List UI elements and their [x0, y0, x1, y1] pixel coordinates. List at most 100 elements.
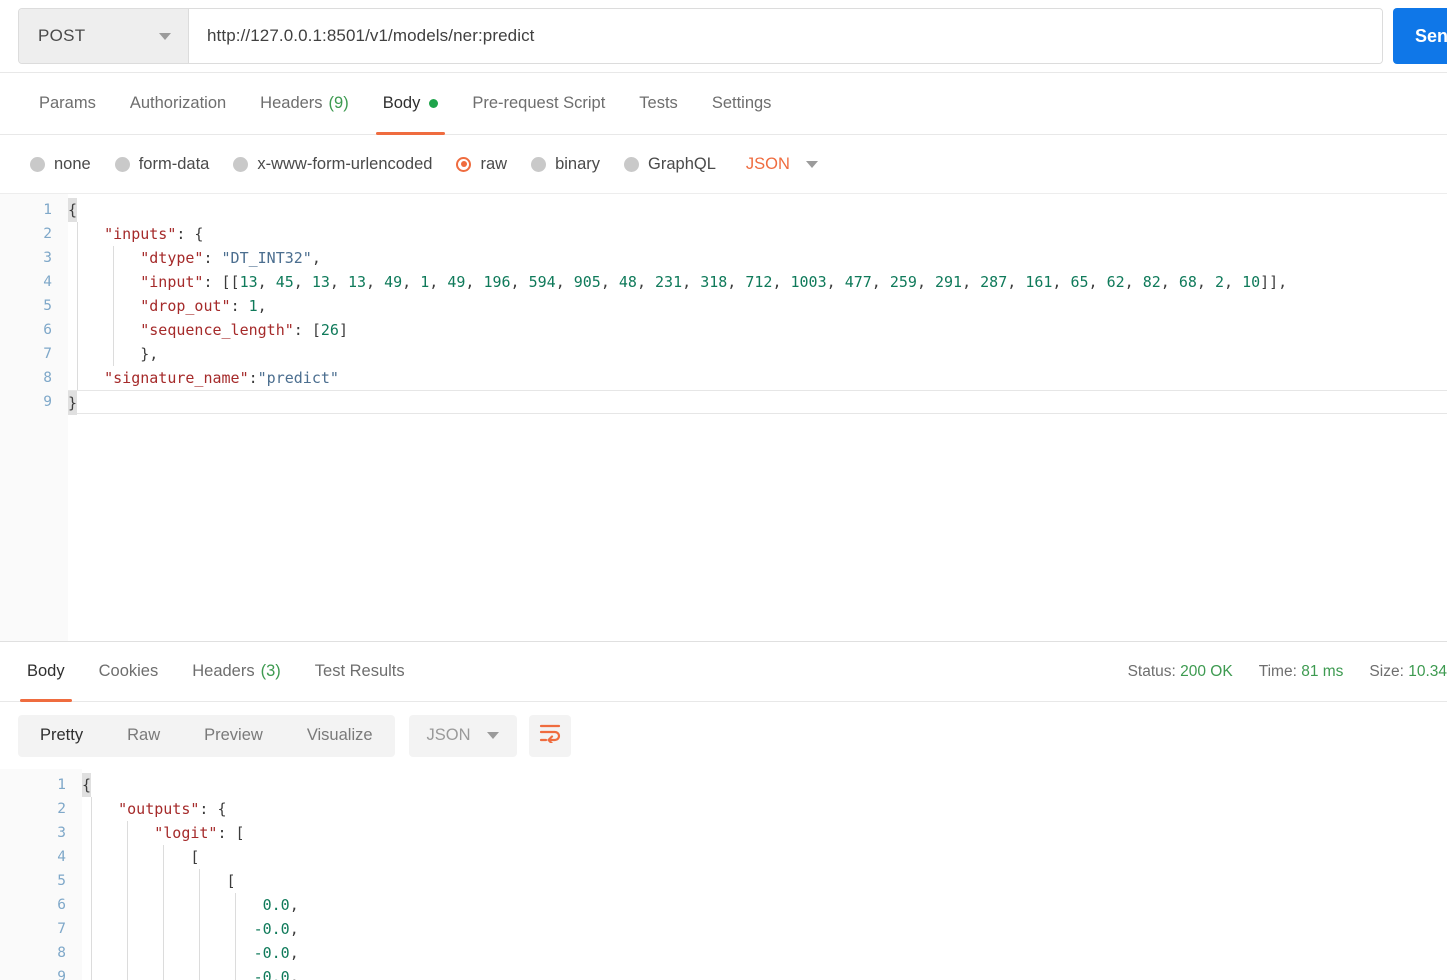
indent-guide	[91, 965, 93, 980]
indent-guide	[113, 270, 115, 294]
body-type-form-data[interactable]: form-data	[114, 155, 209, 174]
radio-icon	[624, 156, 640, 172]
code-token: ,	[636, 273, 656, 291]
response-body-editor[interactable]: 1 2 3 4 5 6 7 8 9 { "outputs": { "logit": [ [ [ …	[0, 769, 1447, 980]
indent-guide	[199, 941, 201, 965]
tab-authorization[interactable]: Authorization	[113, 73, 243, 134]
line-number: 8	[57, 945, 66, 961]
indent-guide	[127, 917, 129, 941]
code-line[interactable]: }	[68, 390, 1447, 415]
code-token: ,	[289, 944, 299, 962]
response-editor-gutter: 1 2 3 4 5 6 7 8 9	[0, 769, 82, 980]
code-line[interactable]: -0.0,	[82, 917, 1447, 941]
response-tab-body-label: Body	[27, 662, 65, 680]
indent-guide	[127, 821, 129, 845]
code-token: ,	[1124, 273, 1143, 291]
code-line[interactable]: 0.0,	[82, 893, 1447, 917]
response-tab-headers[interactable]: Headers (3)	[175, 642, 298, 701]
code-line[interactable]: "signature_name":"predict"	[68, 366, 1447, 390]
code-token: ,	[1196, 273, 1215, 291]
send-button[interactable]: Send	[1393, 8, 1447, 64]
response-tab-cookies[interactable]: Cookies	[82, 642, 176, 701]
response-tab-cookies-label: Cookies	[98, 662, 159, 680]
code-token: ,	[1052, 273, 1071, 291]
radio-checked-icon	[456, 156, 472, 172]
body-type-none-label: none	[54, 154, 91, 173]
word-wrap-toggle[interactable]	[528, 714, 571, 757]
code-token: ,	[510, 273, 529, 291]
request-url-input[interactable]: http://127.0.0.1:8501/v1/models/ner:pred…	[189, 9, 1382, 63]
view-mode-raw[interactable]: Raw	[105, 715, 182, 757]
indent-guide	[91, 869, 93, 893]
body-type-binary[interactable]: binary	[531, 155, 600, 174]
code-line[interactable]: [	[82, 845, 1447, 869]
body-type-urlencoded[interactable]: x-www-form-urlencoded	[233, 155, 432, 174]
tab-headers-count: (9)	[328, 94, 349, 112]
code-line[interactable]: [	[82, 869, 1447, 893]
response-view-modes: Pretty Raw Preview Visualize	[18, 714, 395, 757]
indent-guide	[77, 222, 79, 246]
body-type-none[interactable]: none	[30, 155, 91, 174]
code-token: 712	[745, 273, 773, 291]
indent-guide	[113, 294, 115, 318]
code-line[interactable]: -0.0,	[82, 941, 1447, 965]
line-number: 4	[57, 849, 66, 865]
http-method-select[interactable]: POST	[19, 9, 189, 63]
code-token: 13	[311, 273, 330, 291]
tab-headers[interactable]: Headers (9)	[243, 73, 366, 134]
request-url-group: POST http://127.0.0.1:8501/v1/models/ner…	[18, 8, 1383, 64]
code-line[interactable]: "drop_out": 1,	[68, 294, 1447, 318]
code-line[interactable]: "outputs": {	[82, 797, 1447, 821]
code-line[interactable]: },	[68, 342, 1447, 366]
view-mode-preview[interactable]: Preview	[182, 715, 285, 757]
view-mode-pretty[interactable]: Pretty	[18, 715, 105, 757]
indent-guide	[163, 869, 165, 893]
code-token: :	[230, 297, 249, 315]
code-token: ,	[1224, 273, 1243, 291]
code-line[interactable]: "inputs": {	[68, 222, 1447, 246]
time-badge[interactable]: Time: 81 ms	[1259, 663, 1344, 681]
tab-body[interactable]: Body	[366, 73, 456, 135]
tab-settings[interactable]: Settings	[695, 73, 789, 134]
code-token: ,	[429, 273, 448, 291]
code-token: 291	[935, 273, 963, 291]
size-badge[interactable]: Size: 10.34	[1369, 663, 1447, 681]
code-line[interactable]: -0.0,	[82, 965, 1447, 980]
response-tab-test-results[interactable]: Test Results	[298, 642, 422, 701]
line-number: 2	[57, 801, 66, 817]
status-badge[interactable]: Status: 200 OK	[1128, 663, 1233, 681]
code-token: 0.0	[262, 896, 290, 914]
tab-pre-request-script[interactable]: Pre-request Script	[455, 73, 622, 134]
line-number: 3	[57, 825, 66, 841]
response-editor-code[interactable]: { "outputs": { "logit": [ [ [ 0.0, -0.0,…	[82, 769, 1447, 980]
code-token: ,	[311, 249, 321, 267]
code-line[interactable]: "input": [[13, 45, 13, 13, 49, 1, 49, 19…	[68, 270, 1447, 294]
indent-guide	[91, 821, 93, 845]
body-type-raw[interactable]: raw	[456, 155, 507, 174]
indent-guide	[77, 342, 79, 366]
code-line[interactable]: "logit": [	[82, 821, 1447, 845]
code-line[interactable]: "dtype": "DT_INT32",	[68, 246, 1447, 270]
response-tab-body[interactable]: Body	[10, 642, 82, 702]
code-line[interactable]: "sequence_length": [26]	[68, 318, 1447, 342]
tab-tests[interactable]: Tests	[622, 73, 695, 134]
code-token: ,	[1088, 273, 1107, 291]
request-editor-code[interactable]: { "inputs": { "dtype": "DT_INT32", "inpu…	[68, 194, 1447, 641]
indent-guide	[163, 917, 165, 941]
request-body-editor[interactable]: 123456789 { "inputs": { "dtype": "DT_INT…	[0, 193, 1447, 642]
code-line[interactable]: {	[82, 773, 1447, 797]
response-tab-headers-label: Headers	[192, 662, 255, 680]
code-line[interactable]: {	[68, 198, 1447, 222]
tab-params[interactable]: Params	[22, 73, 113, 134]
view-mode-visualize[interactable]: Visualize	[285, 715, 395, 757]
body-type-graphql[interactable]: GraphQL	[624, 155, 716, 174]
code-token: ,	[289, 896, 299, 914]
request-body-format-select[interactable]: JSON	[746, 155, 818, 174]
response-format-select[interactable]: JSON	[408, 714, 517, 757]
